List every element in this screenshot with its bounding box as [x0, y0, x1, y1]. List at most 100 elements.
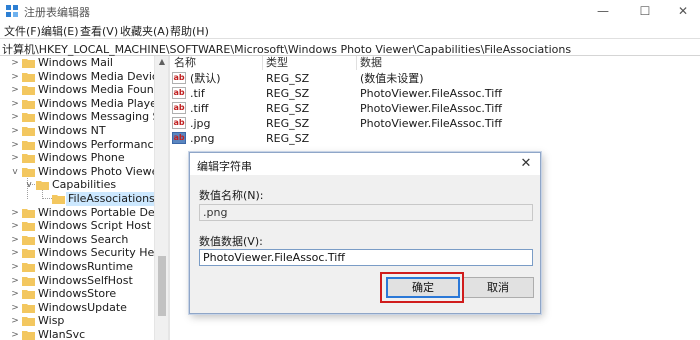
tree-item[interactable]: > Windows NT [0, 124, 154, 138]
close-button[interactable]: ✕ [668, 2, 698, 20]
tree-item[interactable]: > WindowsRuntime [0, 260, 154, 274]
tree-item[interactable]: > WindowsSelfHost [0, 274, 154, 288]
chevron-right-icon[interactable]: > [10, 274, 20, 288]
tree-item[interactable]: > Windows Phone [0, 151, 154, 165]
folder-icon [22, 59, 35, 68]
chevron-right-icon[interactable]: > [10, 246, 20, 260]
tree-item[interactable]: > Windows Script Host [0, 219, 154, 233]
menu-bar: 文件(F) 编辑(E) 查看(V) 收藏夹(A) 帮助(H) [0, 22, 700, 38]
folder-icon [22, 99, 35, 109]
address-bar[interactable]: 计算机\HKEY_LOCAL_MACHINE\SOFTWARE\Microsof… [0, 38, 700, 56]
chevron-down-icon[interactable]: v [24, 178, 34, 192]
tree-item[interactable]: > Windows Media Player N [0, 97, 154, 111]
tree-item-label: Windows Phone [38, 151, 125, 165]
cancel-button[interactable]: 取消 [462, 277, 534, 298]
scroll-thumb[interactable] [158, 256, 166, 316]
value-row-selected[interactable]: ab .png REG_SZ [170, 131, 700, 146]
tree-item-label: FileAssociations [66, 192, 154, 206]
column-divider[interactable] [262, 56, 263, 70]
tree-item[interactable]: > Windows Performance To [0, 138, 154, 152]
value-row[interactable]: ab .tiff REG_SZ PhotoViewer.FileAssoc.Ti… [170, 101, 700, 116]
tree-item-label: WindowsSelfHost [38, 273, 133, 287]
dialog-titlebar[interactable]: 编辑字符串 ✕ [190, 153, 540, 175]
value-type: REG_SZ [266, 132, 310, 145]
folder-icon [52, 195, 65, 204]
chevron-right-icon[interactable]: > [10, 314, 20, 328]
menu-view[interactable]: 查看(V) [80, 23, 118, 39]
column-divider[interactable] [356, 56, 357, 70]
tree-item-label: Windows Media Player N [38, 96, 154, 110]
tree-item-label: WindowsUpdate [38, 300, 127, 314]
folder-icon [22, 72, 35, 82]
tree-item-capabilities[interactable]: v Capabilities [0, 178, 154, 192]
scroll-up-icon[interactable]: ▲ [157, 57, 167, 66]
menu-favorites[interactable]: 收藏夹(A) [120, 23, 169, 39]
chevron-right-icon[interactable]: > [10, 97, 20, 111]
chevron-right-icon[interactable]: > [10, 301, 20, 315]
tree-item[interactable]: > WindowsStore [0, 287, 154, 301]
window-title: 注册表编辑器 [24, 6, 90, 19]
folder-icon [22, 303, 35, 313]
tree-item-label: WindowsRuntime [38, 260, 134, 273]
highlight-annotation [380, 272, 464, 303]
column-header-type[interactable]: 类型 [266, 56, 288, 70]
folder-icon [22, 86, 35, 96]
column-header-data[interactable]: 数据 [360, 56, 382, 70]
folder-icon [22, 113, 35, 123]
chevron-right-icon[interactable]: > [10, 219, 20, 233]
menu-file[interactable]: 文件(F) [4, 23, 41, 39]
minimize-button[interactable]: — [588, 2, 618, 20]
chevron-down-icon[interactable]: v [10, 165, 20, 179]
chevron-right-icon[interactable]: > [10, 70, 20, 84]
tree-item[interactable]: > Windows Security Health [0, 246, 154, 260]
folder-icon [22, 235, 35, 245]
tree-item[interactable]: > Windows Portable Device [0, 206, 154, 220]
value-row[interactable]: ab .jpg REG_SZ PhotoViewer.FileAssoc.Tif… [170, 116, 700, 131]
chevron-right-icon[interactable]: > [10, 110, 20, 124]
tree-item[interactable]: > Windows Mail [0, 56, 154, 70]
value-name: .jpg [190, 117, 211, 130]
column-header-name[interactable]: 名称 [174, 56, 196, 70]
value-data-field[interactable] [199, 249, 533, 266]
chevron-right-icon[interactable]: > [10, 151, 20, 165]
value-name: .tiff [190, 102, 209, 115]
tree-item[interactable]: > Windows Media Foundati [0, 83, 154, 97]
tree-item[interactable]: > Windows Media Device M [0, 70, 154, 84]
chevron-right-icon[interactable]: > [10, 138, 20, 152]
string-value-icon: ab [172, 72, 186, 84]
close-icon[interactable]: ✕ [518, 156, 534, 171]
address-path[interactable]: 计算机\HKEY_LOCAL_MACHINE\SOFTWARE\Microsof… [2, 41, 571, 57]
tree-item-windows-photo-viewer[interactable]: v Windows Photo Viewer [0, 165, 154, 179]
edit-string-dialog: 编辑字符串 ✕ 数值名称(N): 数值数据(V): 确定 取消 [189, 152, 541, 314]
value-data: PhotoViewer.FileAssoc.Tiff [360, 102, 502, 115]
chevron-right-icon[interactable]: > [10, 328, 20, 340]
tree-item[interactable]: > Windows Search [0, 233, 154, 247]
tree-scrollbar[interactable]: ▲ [154, 56, 168, 340]
tree-item[interactable]: > WlanSvc [0, 328, 154, 340]
chevron-right-icon[interactable]: > [10, 233, 20, 247]
tree-item[interactable]: > Windows Messaging Sub [0, 110, 154, 124]
menu-edit[interactable]: 编辑(E) [41, 23, 79, 39]
tree-item-label: Windows Messaging Sub [38, 110, 154, 124]
chevron-right-icon[interactable]: > [10, 56, 20, 70]
tree-item[interactable]: > WindowsUpdate [0, 301, 154, 315]
value-data-label: 数值数据(V): [199, 235, 263, 248]
tree-item-label: WlanSvc [38, 328, 86, 340]
value-row[interactable]: ab .tif REG_SZ PhotoViewer.FileAssoc.Tif… [170, 86, 700, 101]
menu-help[interactable]: 帮助(H) [170, 23, 209, 39]
chevron-right-icon[interactable]: > [10, 260, 20, 274]
tree-item-fileassociations[interactable]: FileAssociations [0, 192, 154, 206]
tree-item-label: Windows Media Foundati [38, 83, 154, 97]
string-value-icon: ab [172, 132, 186, 144]
value-row[interactable]: ab (默认) REG_SZ (数值未设置) [170, 71, 700, 86]
chevron-right-icon[interactable]: > [10, 83, 20, 97]
chevron-right-icon[interactable]: > [10, 287, 20, 301]
tree-item[interactable]: > Wisp [0, 314, 154, 328]
maximize-button[interactable]: ☐ [630, 2, 660, 20]
chevron-right-icon[interactable]: > [10, 206, 20, 220]
string-value-icon: ab [172, 117, 186, 129]
tree-item-label: Windows Security Health [38, 246, 154, 260]
tree-item-label: Windows Mail [38, 56, 113, 69]
value-name-label: 数值名称(N): [199, 189, 264, 202]
chevron-right-icon[interactable]: > [10, 124, 20, 138]
